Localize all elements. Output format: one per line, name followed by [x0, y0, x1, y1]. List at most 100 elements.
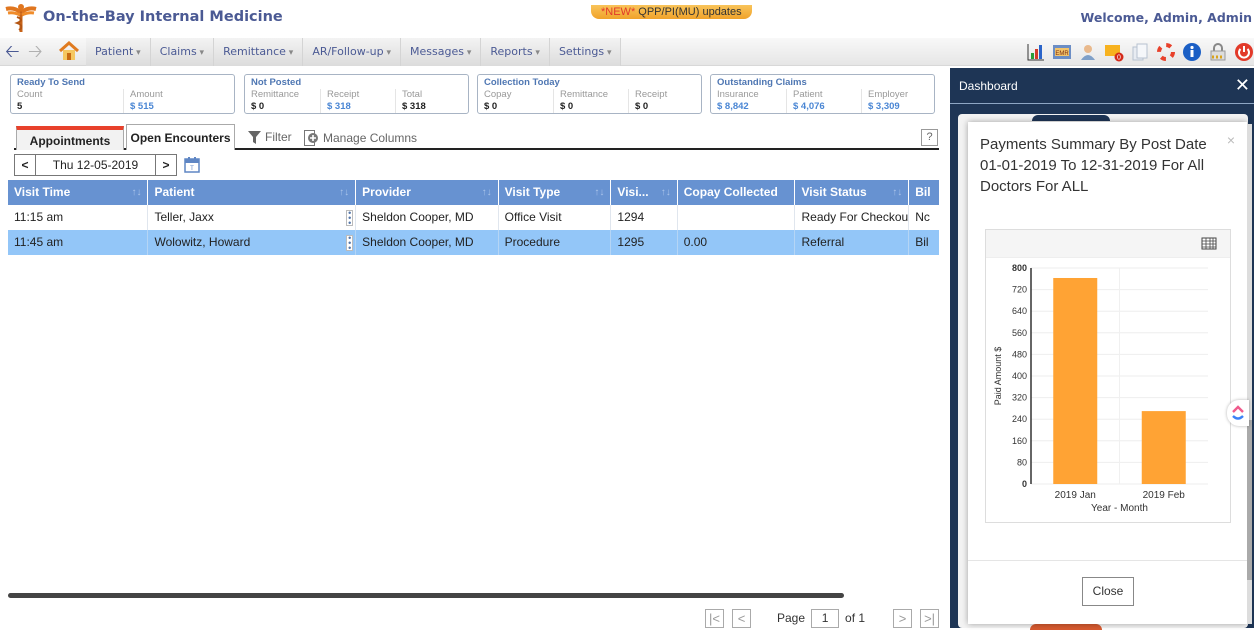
- menu-settings[interactable]: Settings: [549, 38, 622, 66]
- calendar-icon[interactable]: T: [184, 156, 200, 173]
- col-patient[interactable]: Patient ↑↓: [148, 180, 357, 205]
- cell-value-link[interactable]: $ 4,076: [793, 100, 861, 113]
- message-alert-icon[interactable]: 0: [1104, 42, 1124, 62]
- cell-value-link[interactable]: $ 515: [130, 100, 235, 113]
- cell-label: Total: [402, 89, 423, 100]
- sort-icon[interactable]: ↑↓: [594, 180, 604, 205]
- first-page-button[interactable]: |<: [705, 608, 724, 628]
- pagination: |< < Page 1 of 1 > >|: [705, 607, 940, 629]
- cell-label: Insurance: [717, 89, 759, 100]
- emr-icon[interactable]: EMR: [1052, 42, 1072, 62]
- menu-ar-followup[interactable]: AR/Follow-up: [303, 38, 402, 66]
- menu-reports[interactable]: Reports: [481, 38, 550, 66]
- cell-provider: Sheldon Cooper, MD: [356, 205, 499, 230]
- tab-appointments[interactable]: Appointments: [16, 126, 124, 150]
- panel-scrollbar-thumb[interactable]: [1247, 420, 1252, 580]
- table-row[interactable]: 11:15 am Teller, Jaxx • • • Sheldon Cooper,…: [8, 205, 939, 230]
- sort-icon[interactable]: ↑↓: [661, 180, 671, 205]
- cell-value-link[interactable]: $ 318: [327, 100, 395, 113]
- manage-columns-button[interactable]: Manage Columns: [304, 130, 417, 146]
- col-provider[interactable]: Provider ↑↓: [356, 180, 499, 205]
- tab-open-encounters[interactable]: Open Encounters: [126, 124, 235, 150]
- y-tick-label: 560: [1012, 328, 1027, 338]
- cell-label: Copay: [484, 89, 512, 100]
- prev-date-button[interactable]: <: [14, 154, 36, 176]
- cell-label: Count: [17, 89, 43, 100]
- app-header: On-the-Bay Internal Medicine *NEW* QPP/P…: [0, 0, 1254, 36]
- cell-value: $ 0: [635, 101, 649, 112]
- card-cell: Copay $ 0: [478, 89, 553, 113]
- next-page-button[interactable]: >: [893, 608, 913, 628]
- page-count: of 1: [845, 611, 866, 625]
- bar-2019-jan[interactable]: [1053, 277, 1098, 484]
- help-button[interactable]: ?: [921, 129, 938, 146]
- close-icon[interactable]: ✕: [1235, 76, 1250, 94]
- col-label: Provider: [362, 185, 411, 199]
- y-tick-label: 720: [1012, 285, 1027, 295]
- cell-value-link[interactable]: $ 8,842: [717, 100, 786, 113]
- close-button[interactable]: Close: [1082, 577, 1134, 606]
- card-cell: Count 5: [11, 89, 123, 113]
- card-cell: Patient $ 4,076: [786, 89, 861, 113]
- date-field[interactable]: Thu 12-05-2019: [36, 154, 155, 176]
- cell-value-link[interactable]: $ 3,309: [868, 100, 935, 113]
- bar-2019-feb[interactable]: [1141, 411, 1186, 484]
- assistant-widget-icon[interactable]: [1227, 400, 1249, 426]
- filter-label: Filter: [265, 130, 292, 144]
- info-icon[interactable]: [1182, 42, 1202, 62]
- modal-close-icon[interactable]: ×: [1227, 132, 1235, 148]
- cell-copay: 0.00: [678, 230, 796, 255]
- lock-icon[interactable]: [1208, 42, 1228, 62]
- menu-patient[interactable]: Patient: [86, 38, 151, 66]
- card-cell: Receipt $ 318: [320, 89, 395, 113]
- row-menu-icon[interactable]: • • •: [346, 234, 354, 253]
- arrow-left-icon[interactable]: 🡠: [5, 42, 20, 60]
- dashboard-widget-tab[interactable]: [1030, 624, 1102, 630]
- home-icon[interactable]: [58, 41, 80, 61]
- col-copay-collected[interactable]: Copay Collected: [678, 180, 796, 205]
- menu-remittance[interactable]: Remittance: [214, 38, 304, 66]
- cell-visit-status: Referral: [795, 230, 910, 255]
- filter-button[interactable]: Filter: [248, 130, 292, 144]
- main-menu: Patient Claims Remittance AR/Follow-up M…: [86, 38, 622, 66]
- patient-name[interactable]: Wolowitz, Howard: [154, 235, 250, 249]
- news-banner[interactable]: *NEW* QPP/PI(MU) updates: [591, 5, 752, 19]
- page-input[interactable]: 1: [811, 608, 840, 628]
- y-tick-label: 800: [1012, 263, 1027, 273]
- table-row-selected[interactable]: 11:45 am Wolowitz, Howard • • • Sheldon Coo…: [8, 230, 939, 255]
- documents-icon[interactable]: [1130, 42, 1150, 62]
- modal-footer: [968, 560, 1247, 561]
- col-visit-time[interactable]: Visit Time ↑↓: [8, 180, 149, 205]
- col-label: Copay Collected: [683, 185, 778, 199]
- user-icon[interactable]: [1078, 42, 1098, 62]
- next-date-button[interactable]: >: [155, 154, 177, 176]
- cell-label: Remittance: [251, 89, 300, 100]
- bar-chart-icon[interactable]: [1026, 42, 1046, 62]
- menu-messages[interactable]: Messages: [401, 38, 482, 66]
- col-visit-id[interactable]: Visi... ↑↓: [611, 180, 678, 205]
- lifesaver-icon[interactable]: [1156, 42, 1176, 62]
- sort-icon[interactable]: ↑↓: [339, 180, 349, 205]
- menu-claims[interactable]: Claims: [150, 38, 215, 66]
- cell-provider: Sheldon Cooper, MD: [356, 230, 499, 255]
- power-icon[interactable]: [1234, 42, 1254, 62]
- toolbar-icons: EMR 0: [1026, 42, 1254, 62]
- dashboard-widget-tab[interactable]: [1032, 115, 1110, 121]
- sort-icon[interactable]: ↑↓: [892, 180, 902, 205]
- y-tick-label: 320: [1012, 393, 1027, 403]
- patient-name[interactable]: Teller, Jaxx: [154, 210, 213, 224]
- sort-icon[interactable]: ↑↓: [482, 180, 492, 205]
- prev-page-button[interactable]: <: [732, 608, 751, 628]
- arrow-right-icon[interactable]: 🡢: [28, 42, 43, 60]
- horizontal-scrollbar[interactable]: [8, 593, 844, 598]
- col-billing[interactable]: Bil: [909, 180, 939, 205]
- y-tick-label: 80: [1017, 457, 1027, 467]
- col-visit-status[interactable]: Visit Status ↑↓: [795, 180, 910, 205]
- cell-patient: Teller, Jaxx • • •: [148, 205, 357, 230]
- last-page-button[interactable]: >|: [920, 608, 940, 628]
- y-tick-label: 160: [1012, 436, 1027, 446]
- cell-visit-status: Ready For Checkout: [795, 205, 910, 230]
- col-visit-type[interactable]: Visit Type ↑↓: [499, 180, 612, 205]
- sort-icon[interactable]: ↑↓: [131, 180, 141, 205]
- row-menu-icon[interactable]: • • •: [346, 209, 354, 228]
